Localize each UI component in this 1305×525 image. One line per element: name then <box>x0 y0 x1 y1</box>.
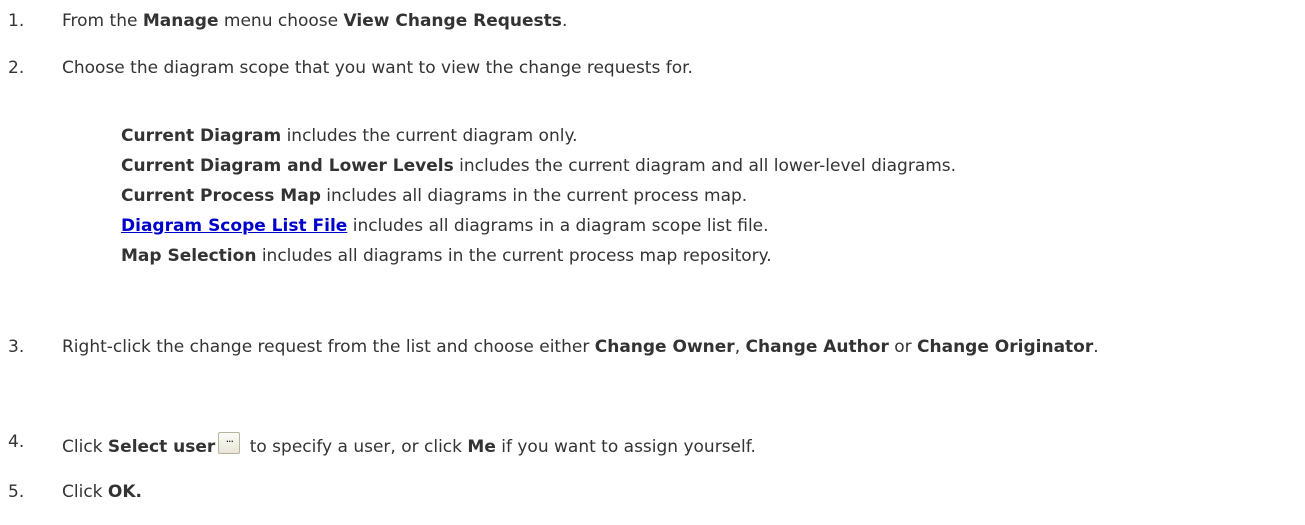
step-text: Click Select user... to specify a user, … <box>62 432 756 457</box>
command-name: View Change Requests <box>343 11 562 31</box>
step-number: 2. <box>8 58 25 78</box>
scope-item: Current Process Map includes all diagram… <box>121 186 748 206</box>
step-text: Click OK. <box>62 482 143 502</box>
step-number: 5. <box>8 482 25 502</box>
menu-name: Manage <box>142 11 219 31</box>
scope-item: Map Selection includes all diagrams in t… <box>121 246 772 266</box>
step-number: 3. <box>8 337 25 357</box>
command-name: Me <box>467 437 496 457</box>
command-name: OK. <box>107 482 143 502</box>
scope-list: Current Diagram includes the current dia… <box>121 126 956 276</box>
step-text: Right-click the change request from the … <box>62 337 1099 357</box>
scope-item: Diagram Scope List File includes all dia… <box>121 216 769 236</box>
scope-term: Current Process Map <box>121 186 321 206</box>
ellipsis-button-icon: ... <box>218 432 241 454</box>
scope-term: Current Diagram <box>121 126 282 146</box>
command-name: Change Owner <box>594 337 735 357</box>
command-name: Change Author <box>745 337 889 357</box>
step-text: From the Manage menu choose View Change … <box>62 11 568 31</box>
step-number: 1. <box>8 11 25 31</box>
scope-item: Current Diagram and Lower Levels include… <box>121 156 957 176</box>
command-name: Select user <box>107 437 216 457</box>
scope-term: Map Selection <box>121 246 257 266</box>
command-name: Change Originator <box>917 337 1094 357</box>
scope-item: Current Diagram includes the current dia… <box>121 126 578 146</box>
scope-term: Current Diagram and Lower Levels <box>121 156 454 176</box>
diagram-scope-list-file-link[interactable]: Diagram Scope List File <box>121 216 347 236</box>
step-text: Choose the diagram scope that you want t… <box>62 58 693 78</box>
step-number: 4. <box>8 432 25 452</box>
